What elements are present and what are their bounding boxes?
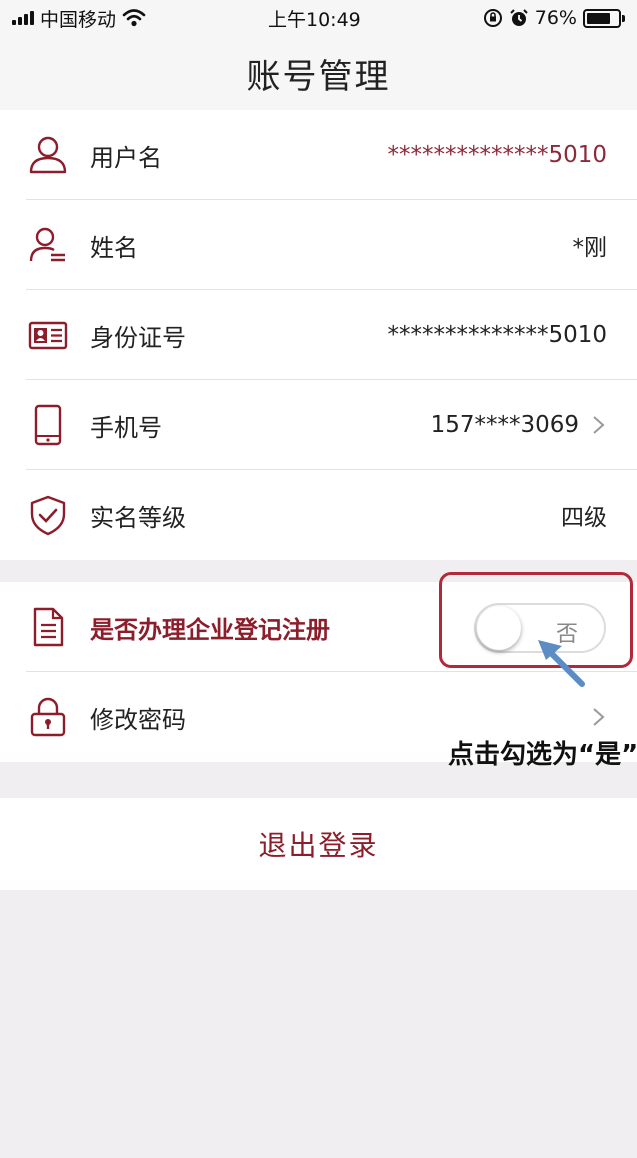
annotation-text: 点击勾选为“是”	[448, 740, 637, 770]
id-number-value: **************5010	[387, 322, 607, 348]
verification-level-value: 四级	[561, 505, 607, 531]
battery-icon	[582, 8, 625, 28]
alarm-icon	[510, 9, 528, 26]
id-number-label: 身份证号	[90, 323, 186, 352]
username-label: 用户名	[90, 143, 162, 172]
row-id-number: 身份证号 **************5010	[0, 290, 637, 380]
signal-icon	[12, 11, 34, 25]
battery-percent: 76%	[534, 7, 577, 29]
status-bar-left: 中国移动	[12, 5, 146, 32]
status-bar: 中国移动 上午10:49 76%	[0, 0, 637, 36]
chevron-right-icon	[593, 416, 605, 434]
carrier-name: 中国移动	[40, 8, 117, 31]
rotation-lock-icon	[483, 9, 502, 27]
row-verification-level: 实名等级 四级	[0, 470, 637, 560]
wifi-icon	[122, 9, 146, 27]
status-time: 上午10:49	[268, 8, 361, 31]
row-name: 姓名 *刚	[0, 200, 637, 290]
shield-check-icon	[26, 493, 70, 537]
user-card-icon	[26, 223, 70, 267]
logout-button[interactable]: 退出登录	[0, 798, 637, 890]
change-password-label: 修改密码	[90, 705, 186, 734]
logout-label: 退出登录	[258, 829, 379, 862]
page-title: 账号管理	[246, 56, 391, 97]
status-bar-right: 76%	[483, 7, 625, 29]
user-icon	[26, 133, 70, 177]
phone-value: 157****3069	[430, 412, 579, 438]
nav-bar: 账号管理	[0, 36, 637, 110]
pointer-arrow-icon	[538, 640, 585, 687]
name-label: 姓名	[90, 233, 138, 262]
chevron-right-icon	[593, 708, 605, 726]
username-value: **************5010	[387, 142, 607, 168]
row-username: 用户名 **************5010	[0, 110, 637, 200]
document-icon	[26, 605, 70, 649]
lock-icon	[26, 695, 70, 739]
phone-icon	[26, 403, 70, 447]
verification-level-label: 实名等级	[90, 503, 186, 532]
id-card-icon	[26, 313, 70, 357]
account-info-group: 用户名 **************5010 姓名 *刚 身份证号 ******…	[0, 110, 637, 560]
row-phone[interactable]: 手机号 157****3069	[0, 380, 637, 470]
phone-label: 手机号	[90, 413, 162, 442]
name-value: *刚	[572, 235, 608, 261]
